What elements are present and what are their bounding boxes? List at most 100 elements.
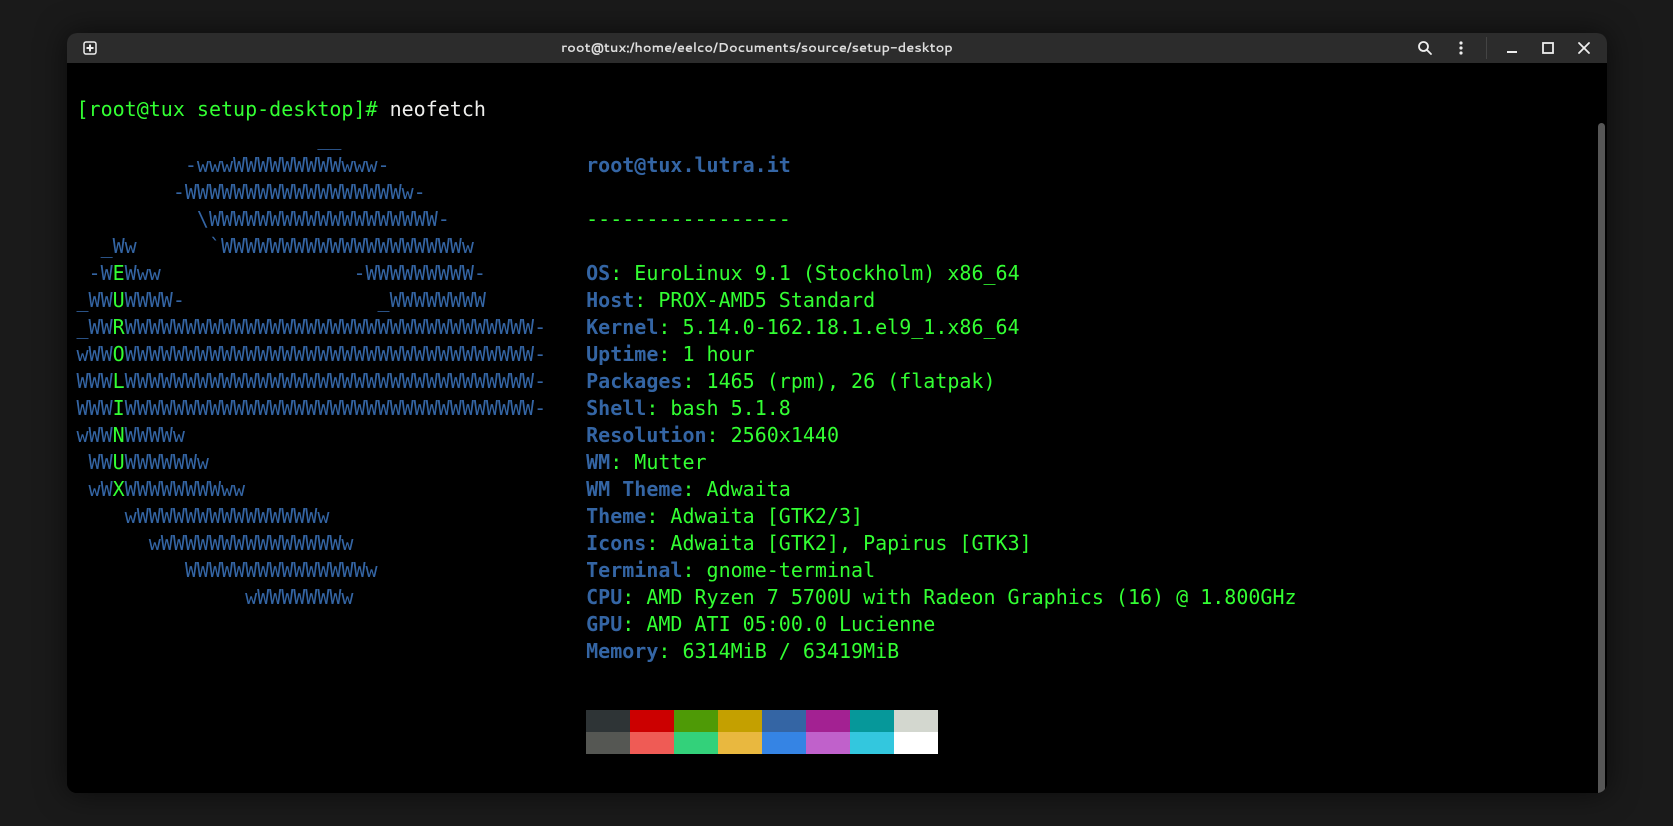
info-value: EuroLinux 9.1 (Stockholm) x86_64 bbox=[634, 261, 1019, 285]
info-value: Adwaita [GTK2], Papirus [GTK3] bbox=[670, 531, 1031, 555]
color-swatch bbox=[850, 710, 894, 732]
color-swatch bbox=[762, 732, 806, 754]
color-swatch bbox=[718, 710, 762, 732]
ascii-line: _WWUWWWW- _WWWWWWWW bbox=[77, 287, 547, 314]
ascii-line: WWUWWWWWWw bbox=[77, 449, 547, 476]
color-swatch bbox=[894, 732, 938, 754]
ascii-line: wWWWWWWWWWWWWWWWw bbox=[77, 530, 547, 557]
info-row: Terminal: gnome-terminal bbox=[586, 557, 1296, 584]
ascii-line: -WWWWWWWWWWWWWWWWWWw- bbox=[77, 179, 547, 206]
info-value: AMD Ryzen 7 5700U with Radeon Graphics (… bbox=[646, 585, 1296, 609]
neofetch-info: root@tux.lutra.it ----------------- OS: … bbox=[586, 125, 1296, 781]
ascii-line: _Ww `WWWWWWWWWWWWWWWWWWWWw bbox=[77, 233, 547, 260]
entered-command: neofetch bbox=[390, 97, 486, 121]
info-value: PROX-AMD5 Standard bbox=[658, 288, 875, 312]
color-swatch bbox=[586, 710, 630, 732]
info-value: Mutter bbox=[634, 450, 706, 474]
info-label: WM bbox=[586, 450, 610, 474]
ascii-line: -WEWww -WWWWWWWWW- bbox=[77, 260, 547, 287]
color-swatch bbox=[674, 732, 718, 754]
info-value: 1 hour bbox=[682, 342, 754, 366]
info-row: Resolution: 2560x1440 bbox=[586, 422, 1296, 449]
minimize-button[interactable] bbox=[1497, 33, 1527, 63]
palette-row-dark bbox=[586, 710, 1296, 732]
neofetch-output: __ -wwwWWWWWWWWWwww- -WWWWWWWWWWWWWWWWWW… bbox=[77, 125, 1585, 781]
color-swatch bbox=[718, 732, 762, 754]
info-value: 1465 (rpm), 26 (flatpak) bbox=[707, 369, 996, 393]
info-label: WM Theme bbox=[586, 477, 682, 501]
color-swatch bbox=[586, 732, 630, 754]
info-row: CPU: AMD Ryzen 7 5700U with Radeon Graph… bbox=[586, 584, 1296, 611]
info-label: GPU bbox=[586, 612, 622, 636]
palette-row-bright bbox=[586, 732, 1296, 754]
info-row: WM: Mutter bbox=[586, 449, 1296, 476]
info-row: Theme: Adwaita [GTK2/3] bbox=[586, 503, 1296, 530]
info-value: 6314MiB / 63419MiB bbox=[682, 639, 899, 663]
info-label: Memory bbox=[586, 639, 658, 663]
info-row: Kernel: 5.14.0-162.18.1.el9_1.x86_64 bbox=[586, 314, 1296, 341]
info-row: Icons: Adwaita [GTK2], Papirus [GTK3] bbox=[586, 530, 1296, 557]
color-palette bbox=[586, 710, 1296, 754]
ascii-line: wWWWWWWWw bbox=[77, 584, 547, 611]
info-label: Terminal bbox=[586, 558, 682, 582]
info-label: Theme bbox=[586, 504, 646, 528]
neofetch-divider: ----------------- bbox=[586, 206, 1296, 233]
ascii-line: _WWRWWWWWWWWWWWWWWWWWWWWWWWWWWWWWWWWWW- bbox=[77, 314, 547, 341]
info-row: WM Theme: Adwaita bbox=[586, 476, 1296, 503]
info-value: Adwaita [GTK2/3] bbox=[670, 504, 863, 528]
ascii-line: WWWWWWWWWWWWWWWw bbox=[77, 557, 547, 584]
ascii-line: wWWOWWWWWWWWWWWWWWWWWWWWWWWWWWWWWWWWWW- bbox=[77, 341, 547, 368]
neofetch-header: root@tux.lutra.it bbox=[586, 152, 1296, 179]
info-value: gnome-terminal bbox=[707, 558, 876, 582]
color-swatch bbox=[762, 710, 806, 732]
terminal-output[interactable]: [root@tux setup-desktop]# neofetch __ -w… bbox=[67, 63, 1595, 793]
info-value: Adwaita bbox=[707, 477, 791, 501]
separator bbox=[1486, 37, 1487, 59]
scrollbar[interactable] bbox=[1595, 63, 1607, 793]
color-swatch bbox=[850, 732, 894, 754]
info-label: Kernel bbox=[586, 315, 658, 339]
color-swatch bbox=[674, 710, 718, 732]
info-row: Packages: 1465 (rpm), 26 (flatpak) bbox=[586, 368, 1296, 395]
window-title: root@tux:/home/eelco/Documents/source/se… bbox=[113, 39, 1402, 57]
ascii-line: __ bbox=[77, 125, 547, 152]
info-label: CPU bbox=[586, 585, 622, 609]
info-label: Host bbox=[586, 288, 634, 312]
info-row: Shell: bash 5.1.8 bbox=[586, 395, 1296, 422]
neofetch-ascii-art: __ -wwwWWWWWWWWWwww- -WWWWWWWWWWWWWWWWWW… bbox=[77, 125, 547, 611]
color-swatch bbox=[806, 732, 850, 754]
color-swatch bbox=[894, 710, 938, 732]
info-label: Uptime bbox=[586, 342, 658, 366]
info-value: 5.14.0-162.18.1.el9_1.x86_64 bbox=[682, 315, 1019, 339]
color-swatch bbox=[806, 710, 850, 732]
color-swatch bbox=[630, 732, 674, 754]
prompt-line: [root@tux setup-desktop]# neofetch bbox=[77, 97, 486, 121]
info-row: Host: PROX-AMD5 Standard bbox=[586, 287, 1296, 314]
maximize-button[interactable] bbox=[1533, 33, 1563, 63]
scrollbar-thumb[interactable] bbox=[1598, 123, 1605, 793]
ascii-line: WWWLWWWWWWWWWWWWWWWWWWWWWWWWWWWWWWWWWW- bbox=[77, 368, 547, 395]
ascii-line: \WWWWWWWWWWWWWWWWWWW- bbox=[77, 206, 547, 233]
info-label: Packages bbox=[586, 369, 682, 393]
search-button[interactable] bbox=[1410, 33, 1440, 63]
info-row: GPU: AMD ATI 05:00.0 Lucienne bbox=[586, 611, 1296, 638]
titlebar: root@tux:/home/eelco/Documents/source/se… bbox=[67, 33, 1607, 63]
new-tab-button[interactable] bbox=[75, 33, 105, 63]
ascii-line: -wwwWWWWWWWWWwww- bbox=[77, 152, 547, 179]
ascii-line: WWWIWWWWWWWWWWWWWWWWWWWWWWWWWWWWWWWWWW- bbox=[77, 395, 547, 422]
info-value: 2560x1440 bbox=[731, 423, 839, 447]
close-button[interactable] bbox=[1569, 33, 1599, 63]
info-label: OS bbox=[586, 261, 610, 285]
ascii-line: wWWNWWWWw bbox=[77, 422, 547, 449]
ascii-line: wWWWWWWWWWWWWWWWw bbox=[77, 503, 547, 530]
info-row: Memory: 6314MiB / 63419MiB bbox=[586, 638, 1296, 665]
info-row: OS: EuroLinux 9.1 (Stockholm) x86_64 bbox=[586, 260, 1296, 287]
info-value: bash 5.1.8 bbox=[670, 396, 790, 420]
color-swatch bbox=[630, 710, 674, 732]
info-label: Resolution bbox=[586, 423, 706, 447]
terminal-window: root@tux:/home/eelco/Documents/source/se… bbox=[67, 33, 1607, 793]
info-value: AMD ATI 05:00.0 Lucienne bbox=[646, 612, 935, 636]
menu-button[interactable] bbox=[1446, 33, 1476, 63]
info-label: Shell bbox=[586, 396, 646, 420]
terminal-viewport[interactable]: [root@tux setup-desktop]# neofetch __ -w… bbox=[67, 63, 1607, 793]
